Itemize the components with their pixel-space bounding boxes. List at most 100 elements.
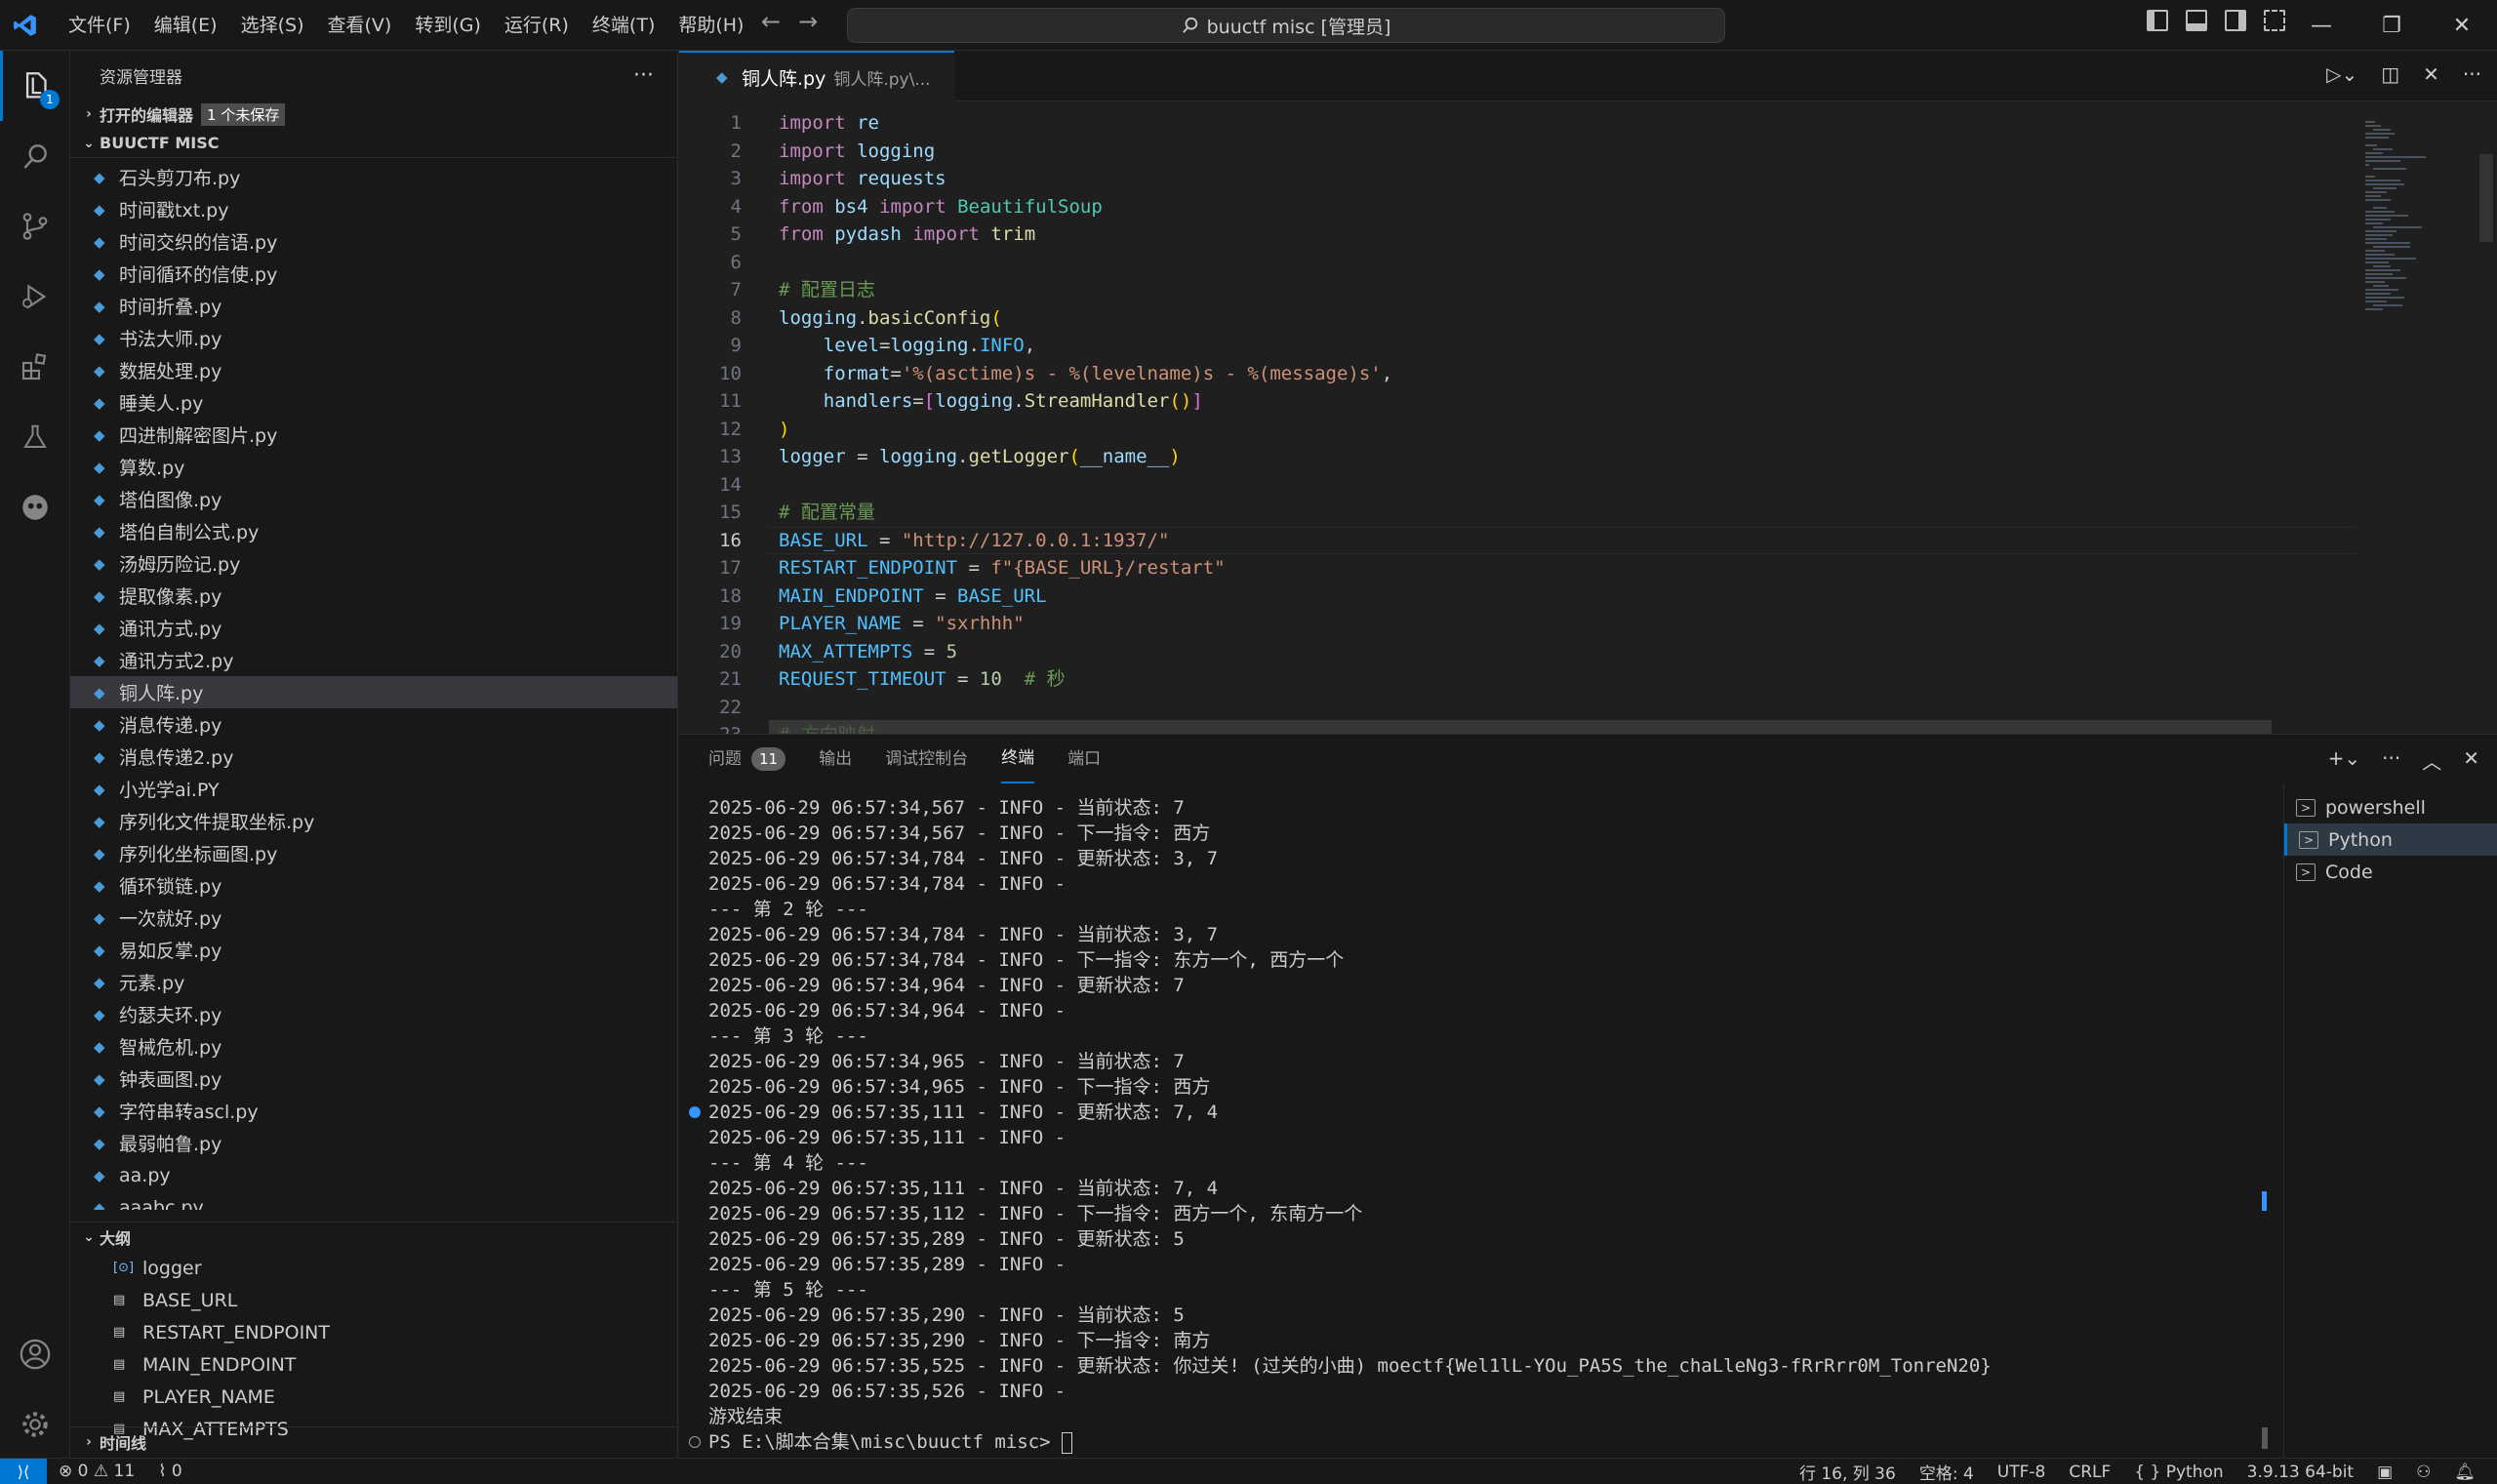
file-item[interactable]: ◆ 循环锁链.py xyxy=(70,869,677,902)
file-item[interactable]: ◆ 铜人阵.py xyxy=(70,676,677,708)
file-item[interactable]: ◆ 通讯方式2.py xyxy=(70,644,677,676)
command-decoration-icon[interactable] xyxy=(689,1436,701,1448)
outline-item[interactable]: [⊙] logger xyxy=(70,1252,677,1284)
file-item[interactable]: ◆ 时间循环的信使.py xyxy=(70,258,677,290)
back-arrow-icon[interactable]: ← xyxy=(761,8,781,35)
outline-item[interactable]: ▤ RESTART_ENDPOINT xyxy=(70,1316,677,1348)
file-item[interactable]: ◆ 一次就好.py xyxy=(70,902,677,934)
close-editor-icon[interactable]: ✕ xyxy=(2423,62,2439,86)
outline-item[interactable]: ▤ PLAYER_NAME xyxy=(70,1381,677,1413)
more-actions-icon[interactable]: ··· xyxy=(633,63,654,88)
cursor-position[interactable]: 行 16, 列 36 xyxy=(1788,1460,1908,1484)
file-item[interactable]: ◆ 消息传递2.py xyxy=(70,741,677,773)
toggle-primary-sidebar-icon[interactable] xyxy=(2147,10,2168,31)
settings-gear-icon[interactable] xyxy=(0,1389,70,1460)
file-item[interactable]: ◆ 最弱帕鲁.py xyxy=(70,1127,677,1159)
forward-arrow-icon[interactable]: → xyxy=(798,8,818,35)
terminal-entry[interactable]: > powershell xyxy=(2284,791,2497,823)
python-interpreter[interactable]: 3.9.13 64-bit xyxy=(2235,1463,2365,1482)
extensions-icon[interactable] xyxy=(0,332,70,402)
close-panel-icon[interactable]: ✕ xyxy=(2463,746,2479,775)
file-item[interactable]: ◆ 时间交织的信语.py xyxy=(70,225,677,258)
file-item[interactable]: ◆ 书法大师.py xyxy=(70,322,677,354)
end-of-line[interactable]: CRLF xyxy=(2057,1463,2122,1482)
file-item[interactable]: ◆ 序列化坐标画图.py xyxy=(70,837,677,869)
menu-go[interactable]: 转到(G) xyxy=(403,8,493,43)
menu-view[interactable]: 查看(V) xyxy=(316,8,404,43)
tab-problems[interactable]: 问题 11 xyxy=(708,735,786,783)
command-center[interactable]: buuctf misc [管理员] xyxy=(847,8,1725,43)
notifications-bell-icon[interactable]: 🔔︎ xyxy=(2442,1463,2487,1482)
file-item[interactable]: ◆ 序列化文件提取坐标.py xyxy=(70,805,677,837)
horizontal-scrollbar[interactable] xyxy=(769,720,2272,734)
file-item[interactable]: ◆ 四进制解密图片.py xyxy=(70,419,677,451)
file-item[interactable]: ◆ 消息传递.py xyxy=(70,708,677,741)
file-item[interactable]: ◆ 时间戳txt.py xyxy=(70,193,677,225)
file-item[interactable]: ◆ 汤姆历险记.py xyxy=(70,547,677,580)
file-item[interactable]: ◆ 数据处理.py xyxy=(70,354,677,386)
file-item[interactable]: ◆ 睡美人.py xyxy=(70,386,677,419)
outline-section[interactable]: ⌄ 大纲 xyxy=(70,1223,677,1252)
file-item[interactable]: ◆ 小光学ai.PY xyxy=(70,773,677,805)
search-icon[interactable] xyxy=(0,121,70,191)
tab-terminal[interactable]: 终端 xyxy=(1001,735,1035,783)
file-item[interactable]: ◆ 提取像素.py xyxy=(70,580,677,612)
python-env-icon[interactable]: ▣ xyxy=(2365,1463,2404,1482)
file-item[interactable]: ◆ 通讯方式.py xyxy=(70,612,677,644)
more-actions-icon[interactable]: ··· xyxy=(2382,746,2400,775)
outline-item[interactable]: ▤ BASE_URL xyxy=(70,1284,677,1316)
minimap[interactable] xyxy=(2356,101,2477,734)
tab-debug-console[interactable]: 调试控制台 xyxy=(885,735,968,783)
tab-ports[interactable]: 端口 xyxy=(1067,735,1101,783)
toggle-secondary-sidebar-icon[interactable] xyxy=(2225,10,2246,31)
file-item[interactable]: ◆ 元素.py xyxy=(70,966,677,998)
menu-run[interactable]: 运行(R) xyxy=(493,8,581,43)
outline-item[interactable]: ▤ MAIN_ENDPOINT xyxy=(70,1348,677,1381)
source-control-icon[interactable] xyxy=(0,191,70,261)
file-item[interactable]: ◆ 字符串转ascl.py xyxy=(70,1095,677,1127)
terminal-output[interactable]: 2025-06-29 06:57:34,567 - INFO - 当前状态: 7… xyxy=(679,783,2270,1459)
split-editor-icon[interactable]: ◫ xyxy=(2381,62,2399,86)
toggle-panel-icon[interactable] xyxy=(2186,10,2207,31)
remote-indicator-icon[interactable]: ⟩⟨ xyxy=(0,1458,47,1484)
file-item[interactable]: ◆ 钟表画图.py xyxy=(70,1063,677,1095)
code-editor[interactable]: 1 import re 2 import logging 3 import request… xyxy=(679,101,2357,734)
close-window-icon[interactable]: ✕ xyxy=(2427,0,2497,51)
menu-terminal[interactable]: 终端(T) xyxy=(581,8,666,43)
terminal-scrollbar[interactable] xyxy=(2260,783,2270,1459)
encoding[interactable]: UTF-8 xyxy=(1986,1463,2058,1482)
run-python-file-icon[interactable]: ▷⌄ xyxy=(2326,62,2357,86)
open-editors-section[interactable]: › 打开的编辑器 1 个未保存 xyxy=(70,100,677,129)
indentation[interactable]: 空格: 4 xyxy=(1908,1460,1986,1484)
file-item[interactable]: ◆ 时间折叠.py xyxy=(70,290,677,322)
file-item[interactable]: ◆ 算数.py xyxy=(70,451,677,483)
timeline-section[interactable]: › 时间线 xyxy=(70,1426,677,1456)
file-item[interactable]: ◆ 约瑟夫环.py xyxy=(70,998,677,1030)
customize-layout-icon[interactable] xyxy=(2264,10,2285,31)
file-item[interactable]: ◆ 易如反掌.py xyxy=(70,934,677,966)
ports-status[interactable]: ⌇ 0 xyxy=(146,1462,194,1481)
menu-file[interactable]: 文件(F) xyxy=(57,8,142,43)
more-actions-icon[interactable]: ··· xyxy=(2463,62,2481,86)
file-item[interactable]: ◆ 塔伯自制公式.py xyxy=(70,515,677,547)
menu-selection[interactable]: 选择(S) xyxy=(229,8,316,43)
language-mode[interactable]: { } Python xyxy=(2122,1463,2235,1482)
menu-edit[interactable]: 编辑(E) xyxy=(142,8,229,43)
run-debug-icon[interactable] xyxy=(0,261,70,332)
file-item[interactable]: ◆ aa.py xyxy=(70,1159,677,1191)
file-item[interactable]: ◆ 智械危机.py xyxy=(70,1030,677,1063)
tab-active-file[interactable]: ◆ 铜人阵.py 铜人阵.py\... xyxy=(679,51,954,101)
command-decoration-icon[interactable] xyxy=(689,1106,701,1118)
file-item[interactable]: ◆ aaabc.py xyxy=(70,1191,677,1211)
new-terminal-icon[interactable]: +⌄ xyxy=(2328,746,2361,775)
minimize-icon[interactable]: — xyxy=(2286,0,2356,51)
folder-section[interactable]: ⌄ BUUCTF MISC xyxy=(70,129,677,158)
restore-icon[interactable]: ❐ xyxy=(2356,0,2427,51)
terminal-entry[interactable]: > Code xyxy=(2284,856,2497,888)
terminal-entry[interactable]: > Python xyxy=(2284,823,2497,856)
problems-status[interactable]: ⊗ 0 ⚠ 11 xyxy=(47,1462,146,1481)
file-item[interactable]: ◆ 塔伯图像.py xyxy=(70,483,677,515)
menu-help[interactable]: 帮助(H) xyxy=(666,8,755,43)
account-icon[interactable] xyxy=(0,1319,70,1389)
testing-flask-icon[interactable] xyxy=(0,402,70,472)
